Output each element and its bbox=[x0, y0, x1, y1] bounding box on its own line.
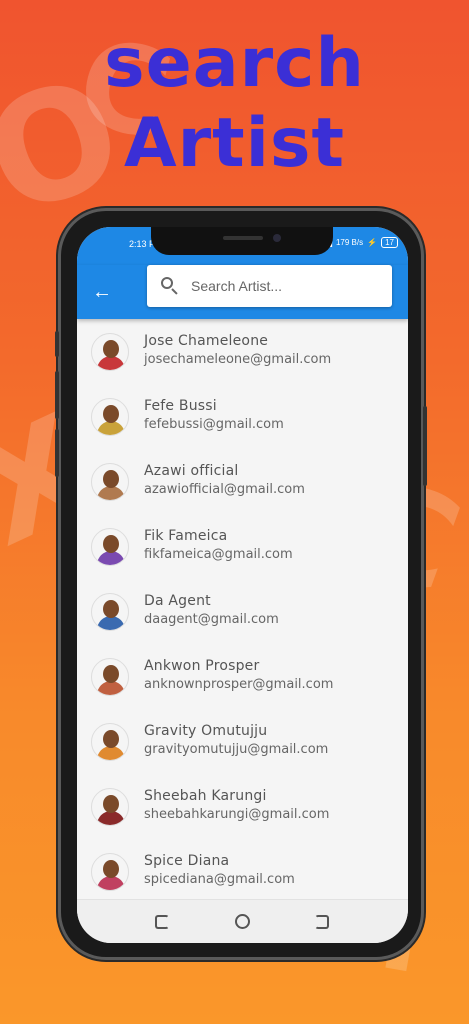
artist-email: azawiofficial@gmail.com bbox=[144, 482, 305, 497]
artist-list-item[interactable]: Spice Diana spicediana@gmail.com bbox=[77, 839, 408, 904]
charging-icon: ⚡ bbox=[367, 238, 378, 247]
artist-list-item[interactable]: Azawi official azawiofficial@gmail.com bbox=[77, 449, 408, 514]
home-circle-icon[interactable] bbox=[235, 914, 250, 929]
artist-email: gravityomutujju@gmail.com bbox=[144, 742, 329, 757]
phone-frame: 2:13 PM ▾ ▂▄▆ 179 B/s ⚡ 17 ← Jose Chamel… bbox=[55, 208, 427, 960]
app-bar: ← bbox=[77, 265, 408, 319]
search-box[interactable] bbox=[147, 265, 392, 307]
artist-name: Jose Chameleone bbox=[144, 333, 269, 349]
artist-email: josechameleone@gmail.com bbox=[144, 352, 332, 367]
artist-name: Ankwon Prosper bbox=[144, 658, 260, 674]
headline-line-2: Artist bbox=[124, 104, 345, 183]
speaker-grille bbox=[223, 236, 263, 240]
avatar bbox=[91, 398, 129, 436]
artist-list-item[interactable]: Jose Chameleone josechameleone@gmail.com bbox=[77, 319, 408, 384]
promo-headline: search Artist bbox=[0, 24, 469, 184]
recent-apps-icon[interactable] bbox=[155, 915, 169, 929]
artist-name: Sheebah Karungi bbox=[144, 788, 267, 804]
network-speed: 179 B/s bbox=[335, 238, 364, 247]
artist-name: Gravity Omutujju bbox=[144, 723, 268, 739]
phone-screen: 2:13 PM ▾ ▂▄▆ 179 B/s ⚡ 17 ← Jose Chamel… bbox=[77, 227, 408, 943]
phone-side-button bbox=[55, 331, 59, 357]
phone-side-button bbox=[55, 371, 59, 419]
artist-name: Da Agent bbox=[144, 593, 211, 609]
phone-power-button bbox=[423, 406, 427, 486]
artist-email: sheebahkarungi@gmail.com bbox=[144, 807, 330, 822]
avatar bbox=[91, 528, 129, 566]
artist-name: Spice Diana bbox=[144, 853, 230, 869]
artist-email: anknownprosper@gmail.com bbox=[144, 677, 334, 692]
artist-name: Fefe Bussi bbox=[144, 398, 217, 414]
artist-email: daagent@gmail.com bbox=[144, 612, 279, 627]
avatar bbox=[91, 658, 129, 696]
artist-email: fefebussi@gmail.com bbox=[144, 417, 284, 432]
artist-name: Fik Fameica bbox=[144, 528, 228, 544]
avatar bbox=[91, 723, 129, 761]
artist-name: Azawi official bbox=[144, 463, 239, 479]
artist-list-item[interactable]: Sheebah Karungi sheebahkarungi@gmail.com bbox=[77, 774, 408, 839]
artist-list-item[interactable]: Da Agent daagent@gmail.com bbox=[77, 579, 408, 644]
avatar bbox=[91, 333, 129, 371]
artist-list-item[interactable]: Fik Fameica fikfameica@gmail.com bbox=[77, 514, 408, 579]
phone-notch bbox=[151, 227, 333, 255]
system-nav-bar bbox=[77, 899, 408, 943]
nav-back-icon[interactable] bbox=[315, 915, 329, 929]
artist-email: spicediana@gmail.com bbox=[144, 872, 295, 887]
avatar bbox=[91, 463, 129, 501]
artist-email: fikfameica@gmail.com bbox=[144, 547, 293, 562]
artist-list-item[interactable]: Gravity Omutujju gravityomutujju@gmail.co… bbox=[77, 709, 408, 774]
headline-line-1: search bbox=[104, 24, 365, 103]
avatar bbox=[91, 853, 129, 891]
battery-icon: 17 bbox=[381, 237, 398, 248]
arrow-left-icon[interactable]: ← bbox=[91, 281, 113, 303]
artist-list: Jose Chameleone josechameleone@gmail.com F… bbox=[77, 319, 408, 904]
phone-side-button bbox=[55, 429, 59, 477]
search-icon bbox=[161, 277, 179, 295]
avatar bbox=[91, 593, 129, 631]
search-input[interactable] bbox=[191, 278, 381, 294]
artist-list-item[interactable]: Fefe Bussi fefebussi@gmail.com bbox=[77, 384, 408, 449]
front-camera bbox=[273, 234, 281, 242]
avatar bbox=[91, 788, 129, 826]
artist-list-item[interactable]: Ankwon Prosper anknownprosper@gmail.com bbox=[77, 644, 408, 709]
